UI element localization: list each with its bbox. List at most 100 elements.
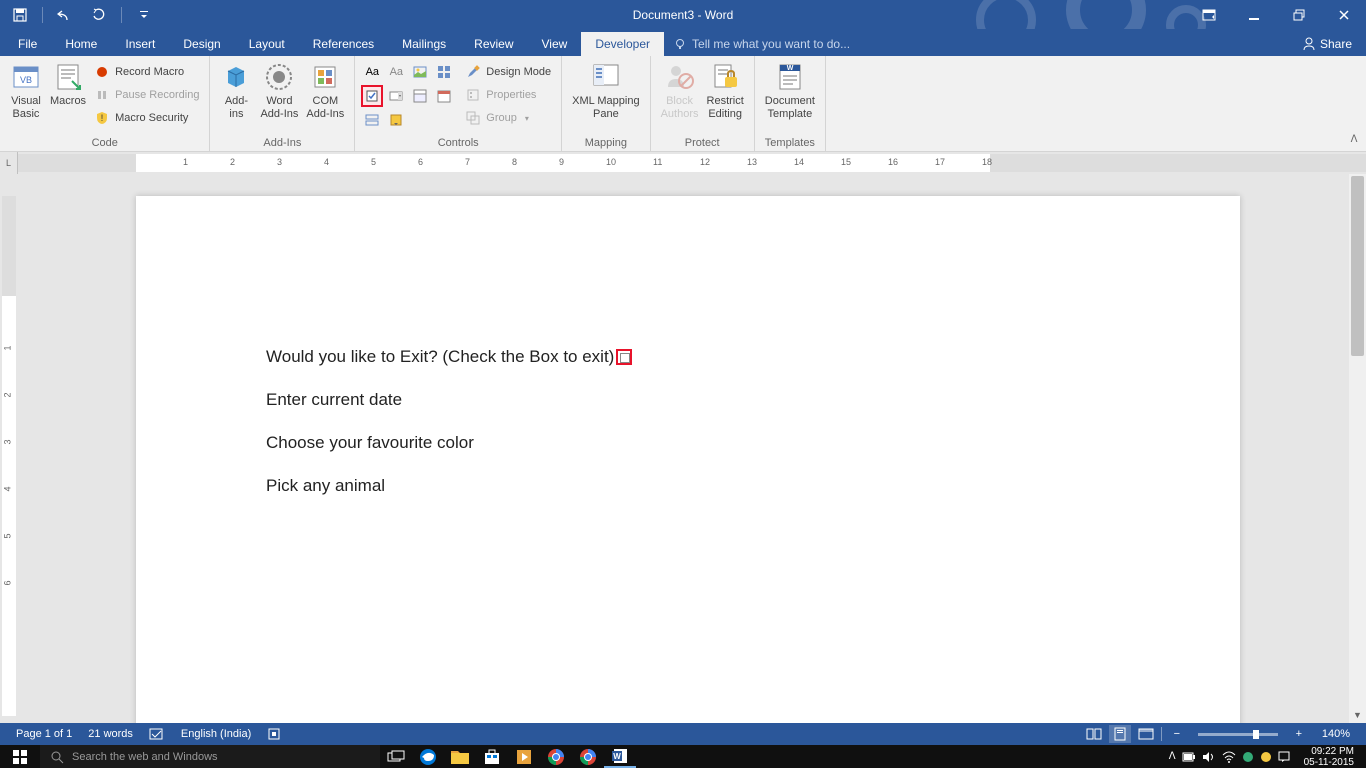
tray-action-center-icon[interactable] xyxy=(1278,751,1290,763)
group-label: Group xyxy=(486,112,517,124)
tab-developer[interactable]: Developer xyxy=(581,32,664,56)
zoom-in-button[interactable]: + xyxy=(1288,725,1310,743)
status-proofing[interactable] xyxy=(141,727,173,741)
document-page[interactable]: Would you like to Exit? (Check the Box t… xyxy=(136,196,1240,723)
plaintext-control-button[interactable]: Aa xyxy=(385,61,407,83)
save-button[interactable] xyxy=(8,3,32,27)
document-template-button[interactable]: WDocument Template xyxy=(761,59,819,123)
visual-basic-button[interactable]: VB Visual Basic xyxy=(6,59,46,123)
scroll-down-button[interactable]: ▼ xyxy=(1349,706,1366,723)
addins-button[interactable]: Add- ins xyxy=(216,59,256,123)
scroll-thumb[interactable] xyxy=(1351,176,1364,356)
tray-battery-icon[interactable] xyxy=(1182,751,1196,763)
tray-volume-icon[interactable] xyxy=(1202,751,1216,763)
tab-mailings[interactable]: Mailings xyxy=(388,32,460,56)
web-layout-button[interactable] xyxy=(1135,725,1157,743)
restrict-icon xyxy=(709,61,741,93)
read-mode-button[interactable] xyxy=(1083,725,1105,743)
com-addins-button[interactable]: COM Add-Ins xyxy=(302,59,348,123)
zoom-level[interactable]: 140% xyxy=(1314,728,1358,740)
taskbar-search[interactable]: Search the web and Windows xyxy=(40,745,380,768)
picture-control-button[interactable] xyxy=(409,61,431,83)
print-layout-button[interactable] xyxy=(1109,725,1131,743)
taskbar-media[interactable] xyxy=(508,745,540,768)
checkbox-control-button[interactable] xyxy=(361,85,383,107)
status-page[interactable]: Page 1 of 1 xyxy=(8,728,80,740)
tell-me-box[interactable]: Tell me what you want to do... xyxy=(664,32,860,56)
tray-clock[interactable]: 09:22 PM05-11-2015 xyxy=(1296,746,1362,768)
tab-view[interactable]: View xyxy=(528,32,582,56)
tray-app-2-icon[interactable] xyxy=(1260,751,1272,763)
exit-checkbox-control[interactable] xyxy=(616,349,632,365)
word-addins-button[interactable]: Word Add-Ins xyxy=(256,59,302,123)
ribbon: VB Visual Basic Macros Record Macro Paus… xyxy=(0,56,1366,152)
doc-line-2: Enter current date xyxy=(266,389,402,411)
minimize-button[interactable] xyxy=(1231,0,1276,29)
tab-review[interactable]: Review xyxy=(460,32,527,56)
status-macros[interactable] xyxy=(259,727,289,741)
restrict-editing-button[interactable]: Restrict Editing xyxy=(703,59,748,123)
svg-text:W: W xyxy=(613,752,621,761)
undo-button[interactable] xyxy=(53,3,77,27)
xml-mapping-button[interactable]: XML Mapping Pane xyxy=(568,59,643,123)
security-label: Macro Security xyxy=(115,112,188,124)
macros-button[interactable]: Macros xyxy=(46,59,90,110)
datepicker-control-button[interactable] xyxy=(433,85,455,107)
tab-references[interactable]: References xyxy=(299,32,388,56)
taskbar-explorer[interactable] xyxy=(444,745,476,768)
group-controls-label: Controls xyxy=(361,137,555,151)
properties-icon xyxy=(465,87,481,103)
task-view-button[interactable] xyxy=(380,745,412,768)
block-authors-button[interactable]: Block Authors xyxy=(657,59,703,123)
template-icon: W xyxy=(774,61,806,93)
close-button[interactable] xyxy=(1321,0,1366,29)
group-addins: Add- ins Word Add-Ins COM Add-Ins Add-In… xyxy=(210,56,355,151)
design-mode-button[interactable]: Design Mode xyxy=(461,61,555,83)
start-button[interactable] xyxy=(0,745,40,768)
status-bar: Page 1 of 1 21 words English (India) − +… xyxy=(0,723,1366,745)
taskbar-store[interactable] xyxy=(476,745,508,768)
taskbar-word[interactable]: W xyxy=(604,745,636,768)
macro-security-button[interactable]: !Macro Security xyxy=(90,107,203,129)
macros-label: Macros xyxy=(50,95,86,108)
clock-time: 09:22 PM xyxy=(1304,746,1354,757)
tab-file[interactable]: File xyxy=(4,32,51,56)
repeating-control-button[interactable] xyxy=(361,109,383,131)
buildingblock-control-button[interactable] xyxy=(433,61,455,83)
vb-icon: VB xyxy=(10,61,42,93)
redo-button[interactable] xyxy=(87,3,111,27)
dropdown-control-button[interactable] xyxy=(409,85,431,107)
horizontal-ruler[interactable]: 123456789101112131415161718 xyxy=(18,154,1366,172)
qat-customize-button[interactable] xyxy=(132,3,156,27)
tab-design[interactable]: Design xyxy=(169,32,234,56)
status-language[interactable]: English (India) xyxy=(173,728,259,740)
taskbar-edge[interactable] xyxy=(412,745,444,768)
vertical-scrollbar[interactable]: ▲ ▼ xyxy=(1349,174,1366,723)
group-controls: Aa Aa Design Mode Properties Group▾ Cont… xyxy=(355,56,562,151)
pause-icon xyxy=(94,87,110,103)
zoom-out-button[interactable]: − xyxy=(1166,725,1188,743)
doc-line-4: Pick any animal xyxy=(266,475,385,497)
taskbar-chrome-2[interactable] xyxy=(572,745,604,768)
tray-app-1-icon[interactable] xyxy=(1242,751,1254,763)
collapse-ribbon-button[interactable]: ᐱ xyxy=(1346,131,1362,147)
taskbar-chrome-1[interactable] xyxy=(540,745,572,768)
vertical-ruler[interactable]: 123456 xyxy=(0,174,18,723)
design-label: Design Mode xyxy=(486,66,551,78)
share-button[interactable]: Share xyxy=(1288,32,1366,56)
tab-layout[interactable]: Layout xyxy=(235,32,299,56)
richtext-control-button[interactable]: Aa xyxy=(361,61,383,83)
record-macro-button[interactable]: Record Macro xyxy=(90,61,203,83)
legacy-tools-button[interactable] xyxy=(385,109,407,131)
zoom-slider[interactable] xyxy=(1198,733,1278,736)
tab-insert[interactable]: Insert xyxy=(111,32,169,56)
vb-label: Visual Basic xyxy=(11,95,41,121)
clock-date: 05-11-2015 xyxy=(1304,757,1354,768)
tray-wifi-icon[interactable] xyxy=(1222,751,1236,763)
group-mapping-label: Mapping xyxy=(568,137,643,151)
status-words[interactable]: 21 words xyxy=(80,728,141,740)
restore-button[interactable] xyxy=(1276,0,1321,29)
tab-home[interactable]: Home xyxy=(51,32,111,56)
tray-chevron-icon[interactable]: ᐱ xyxy=(1169,751,1176,762)
combobox-control-button[interactable] xyxy=(385,85,407,107)
